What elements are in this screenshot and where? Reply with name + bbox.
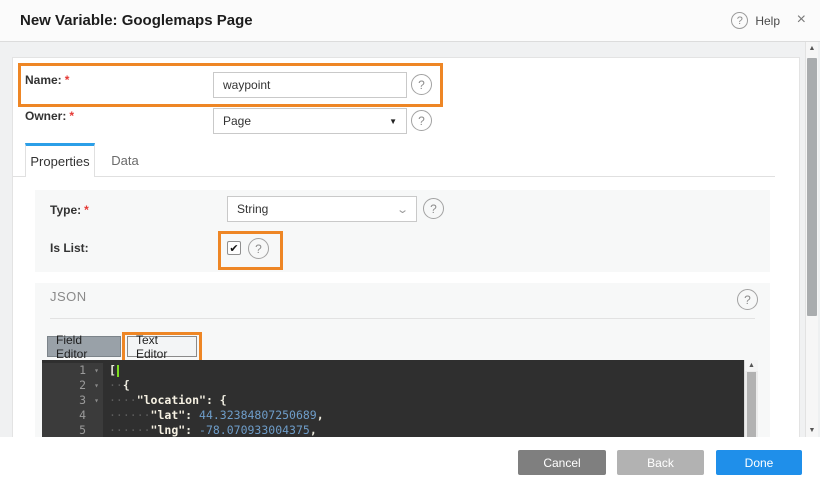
json-help-icon[interactable]: ? xyxy=(737,289,758,310)
page-scroll-up-icon[interactable]: ▲ xyxy=(806,42,818,55)
name-input[interactable] xyxy=(213,72,407,98)
code-text: [ xyxy=(103,363,119,378)
page-scrollbar[interactable]: ▲ ▼ xyxy=(805,42,818,437)
type-label: Type:* xyxy=(50,203,89,217)
owner-select[interactable]: Page ▼ xyxy=(213,108,407,134)
field-editor-button[interactable]: Field Editor xyxy=(47,336,121,357)
name-label-text: Name: xyxy=(25,73,62,87)
new-variable-dialog: New Variable: Googlemaps Page ? Help × N… xyxy=(0,0,820,490)
back-button[interactable]: Back xyxy=(617,450,704,475)
name-required-asterisk: * xyxy=(65,73,70,87)
done-button[interactable]: Done xyxy=(716,450,802,475)
line-number: 3▾ xyxy=(42,393,103,408)
tab-data[interactable]: Data xyxy=(95,143,155,177)
line-number: 5 xyxy=(42,423,103,437)
code-line[interactable]: 1▾[ xyxy=(42,363,744,378)
json-divider xyxy=(50,318,755,319)
is-list-checkbox[interactable]: ✔ xyxy=(227,241,241,255)
editor-scrollbar-thumb[interactable] xyxy=(747,372,756,437)
code-text: ····"location": { xyxy=(103,393,227,408)
cancel-button[interactable]: Cancel xyxy=(518,450,606,475)
owner-label: Owner:* xyxy=(25,109,74,123)
editor-scrollbar[interactable]: ▲ xyxy=(744,360,758,437)
code-text: ··{ xyxy=(103,378,130,393)
text-editor-button[interactable]: Text Editor xyxy=(127,336,197,357)
tab-properties-label: Properties xyxy=(30,154,89,169)
dialog-header: New Variable: Googlemaps Page ? Help × xyxy=(0,0,820,42)
owner-required-asterisk: * xyxy=(69,109,74,123)
help-label[interactable]: Help xyxy=(755,14,780,28)
type-help-icon[interactable]: ? xyxy=(423,198,444,219)
type-select-value: String xyxy=(237,202,268,216)
code-line[interactable]: 5······"lng": -78.070933004375, xyxy=(42,423,744,437)
field-editor-button-label: Field Editor xyxy=(56,333,112,361)
line-number: 1▾ xyxy=(42,363,103,378)
fold-caret-icon[interactable]: ▾ xyxy=(89,363,99,378)
is-list-help-icon[interactable]: ? xyxy=(248,238,269,259)
name-help-icon[interactable]: ? xyxy=(411,74,432,95)
type-label-text: Type: xyxy=(50,203,81,217)
help-icon[interactable]: ? xyxy=(731,12,748,29)
owner-help-icon[interactable]: ? xyxy=(411,110,432,131)
code-line[interactable]: 3▾····"location": { xyxy=(42,393,744,408)
dialog-footer: Cancel Back Done xyxy=(0,437,820,490)
code-line[interactable]: 2▾··{ xyxy=(42,378,744,393)
name-label: Name:* xyxy=(25,73,69,87)
tab-properties[interactable]: Properties xyxy=(25,143,95,177)
line-number: 4 xyxy=(42,408,103,423)
text-editor-button-label: Text Editor xyxy=(136,333,188,361)
owner-select-caret-icon: ▼ xyxy=(389,117,397,126)
fold-caret-icon[interactable]: ▾ xyxy=(89,393,99,408)
text-cursor xyxy=(117,365,119,377)
json-section-title: JSON xyxy=(50,289,87,304)
type-required-asterisk: * xyxy=(84,203,89,217)
code-lines: 1▾[2▾··{3▾····"location": {4······"lat":… xyxy=(42,363,744,437)
owner-select-value: Page xyxy=(223,114,251,128)
editor-scroll-up-icon[interactable]: ▲ xyxy=(745,360,758,371)
page-scrollbar-thumb[interactable] xyxy=(807,58,817,316)
close-icon[interactable]: × xyxy=(797,11,806,29)
fold-caret-icon[interactable]: ▾ xyxy=(89,378,99,393)
type-select[interactable]: String ⌄ xyxy=(227,196,417,222)
tab-data-label: Data xyxy=(111,153,138,168)
help-link[interactable]: ? Help xyxy=(731,12,780,29)
type-select-chevron-icon: ⌄ xyxy=(396,203,409,216)
page-scroll-down-icon[interactable]: ▼ xyxy=(806,424,818,437)
dialog-title: New Variable: Googlemaps Page xyxy=(20,12,253,29)
owner-label-text: Owner: xyxy=(25,109,66,123)
line-number: 2▾ xyxy=(42,378,103,393)
code-line[interactable]: 4······"lat": 44.32384807250689, xyxy=(42,408,744,423)
dialog-body: Name:* ? Owner:* Page ▼ ? Properties Dat… xyxy=(0,42,805,437)
code-text: ······"lng": -78.070933004375, xyxy=(103,423,317,437)
code-text: ······"lat": 44.32384807250689, xyxy=(103,408,324,423)
json-code-editor[interactable]: 1▾[2▾··{3▾····"location": {4······"lat":… xyxy=(42,360,744,437)
is-list-label: Is List: xyxy=(50,241,89,255)
